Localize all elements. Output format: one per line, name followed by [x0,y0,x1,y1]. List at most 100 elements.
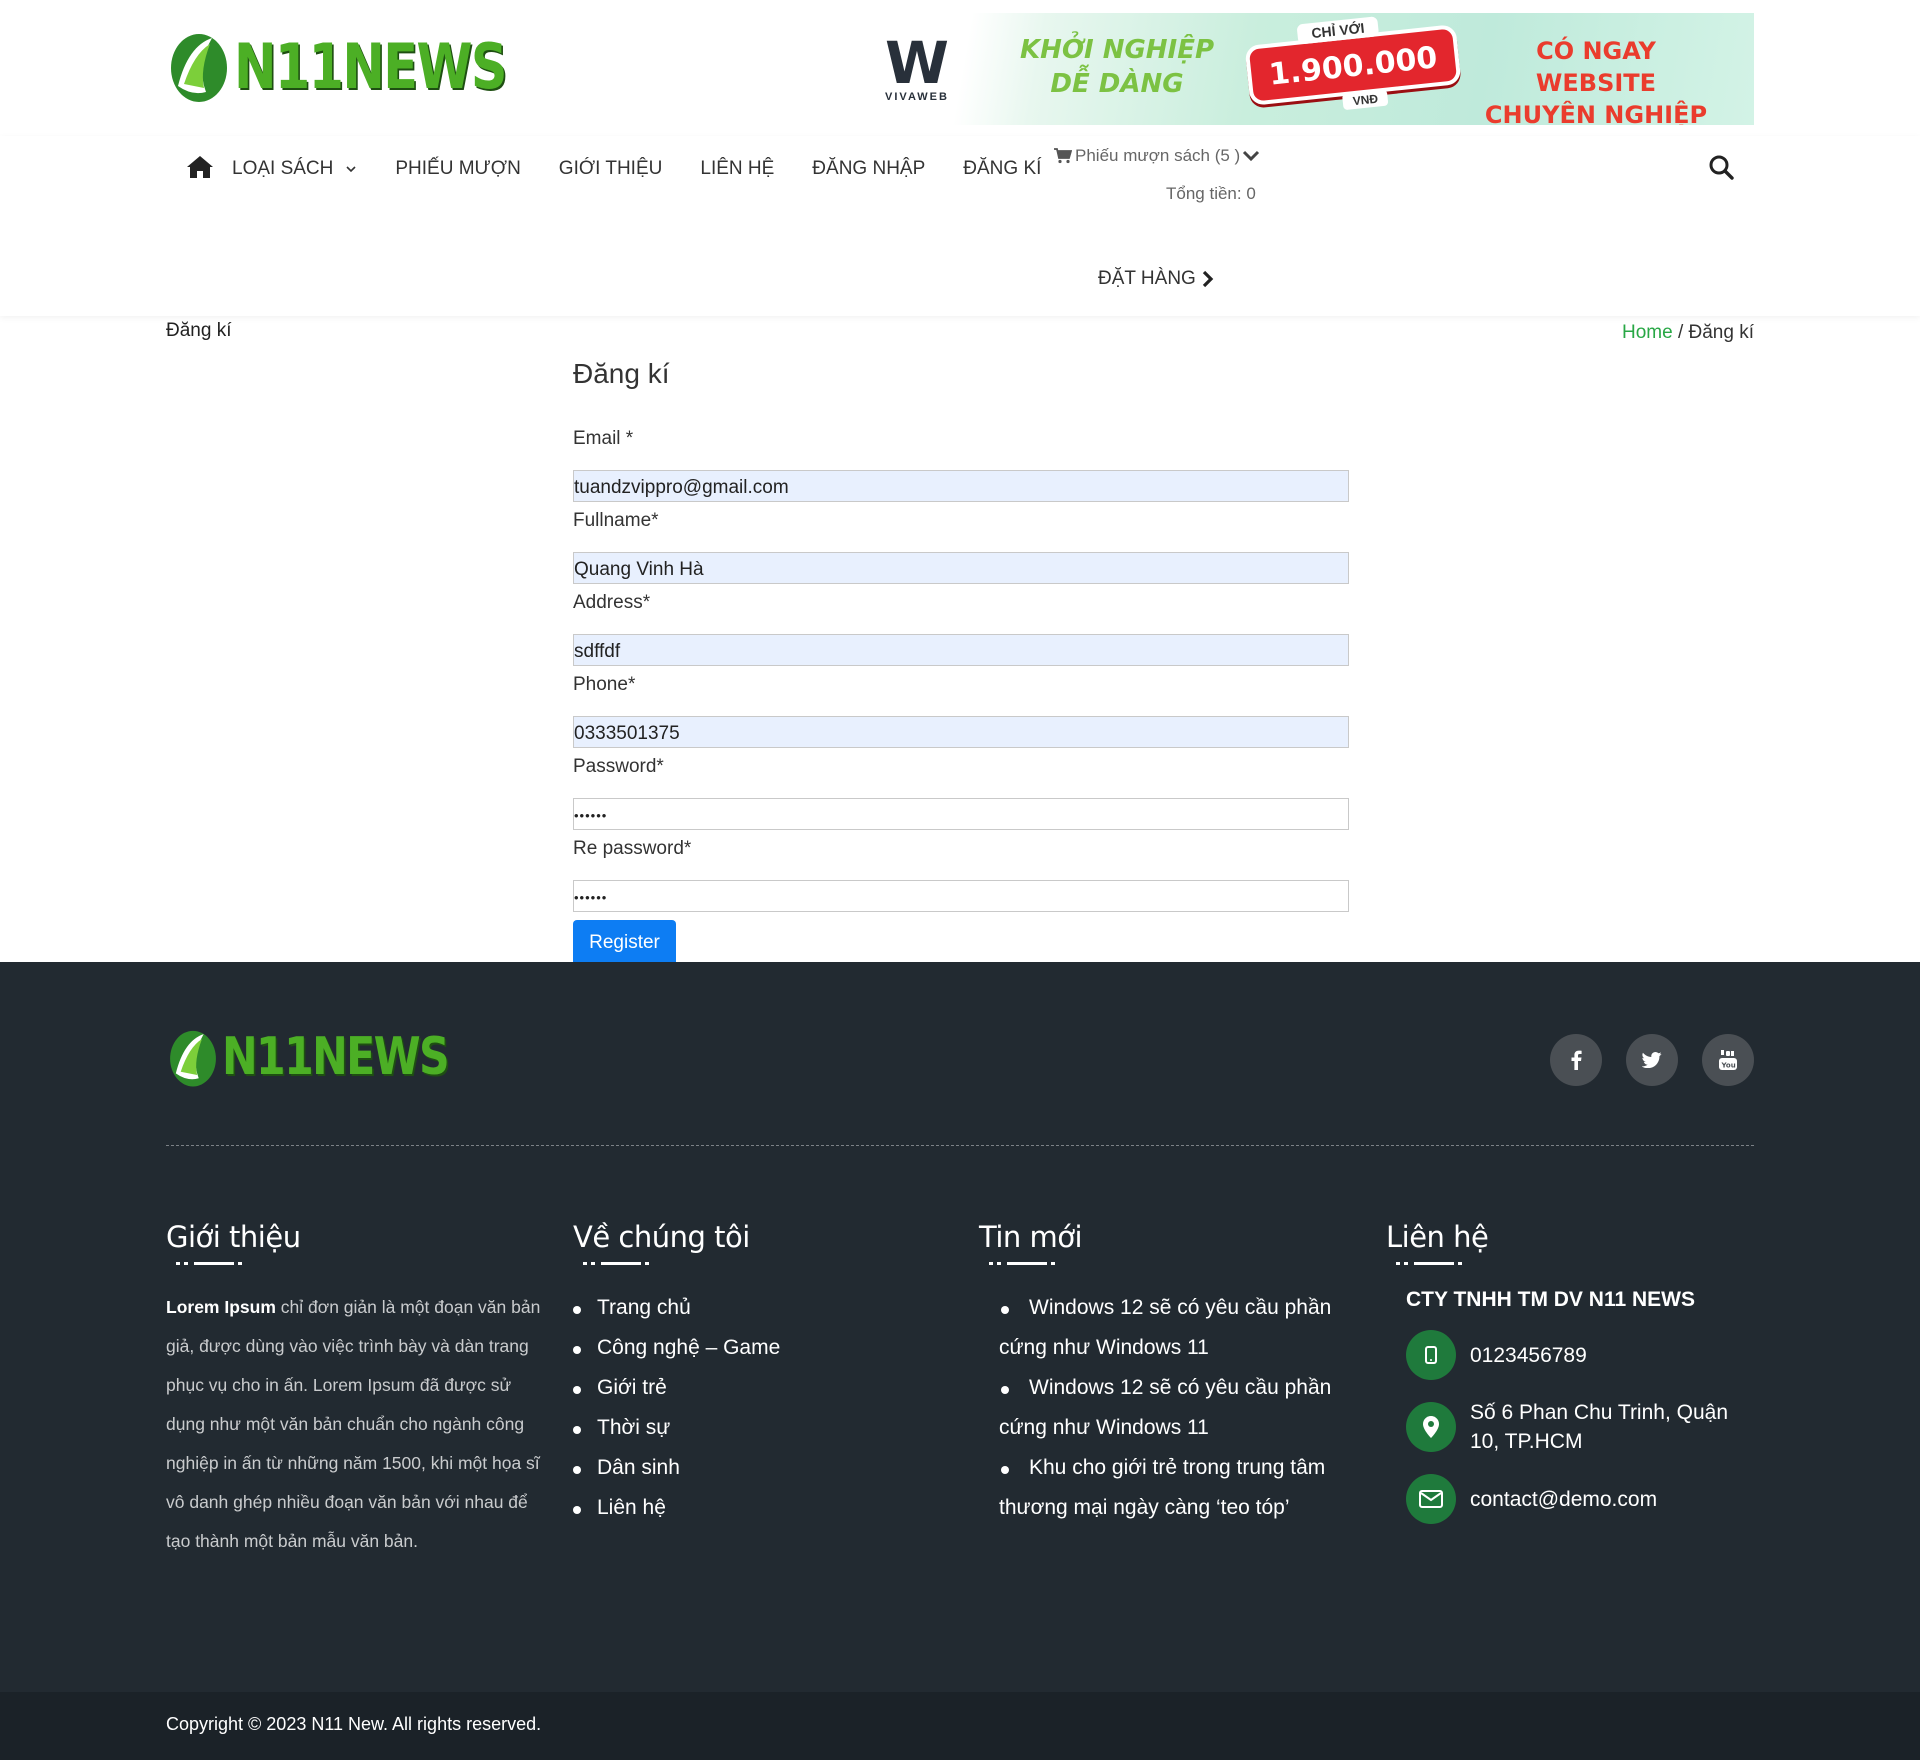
contact-email-text[interactable]: contact@demo.com [1470,1485,1657,1514]
logo-swoosh-icon [166,1024,220,1090]
about-bold: Lorem Ipsum [166,1297,276,1317]
footer-link-list: Trang chủ Công nghệ – Game Giới trẻ Thời… [573,1288,953,1528]
main-nav: LOẠI SÁCH PHIẾU MƯỢN GIỚI THIỆU LIÊN HỆ … [0,136,1920,316]
social-links: You [1526,1034,1754,1086]
phone-field[interactable] [573,716,1349,748]
contact-phone: 0123456789 [1386,1330,1754,1380]
price-badge: CHỈ VỚI 1.900.000 VNĐ [1244,16,1462,111]
youtube-icon[interactable]: You [1702,1034,1754,1086]
site-logo[interactable]: N11NEWS [166,26,565,106]
footer-link-youth[interactable]: Giới trẻ [573,1368,953,1408]
cart-dropdown[interactable]: Phiếu mượn sách (5 ) [1054,146,1260,166]
nav-item-dang-nhap[interactable]: ĐĂNG NHẬP [812,158,925,180]
breadcrumb-separator: / [1672,322,1689,343]
repassword-field[interactable] [573,880,1349,912]
vivaweb-name: VIVAWEB [885,91,949,103]
register-button[interactable]: Register [573,920,676,966]
logo-swoosh-icon [166,26,232,106]
banner-cta-line-2: CHUYÊN NGHIỆP [1484,101,1708,125]
copyright-text: Copyright © 2023 N11 New. All rights res… [166,1714,542,1734]
page-title: Đăng kí [166,320,232,341]
nav-item-loai-sach[interactable]: LOẠI SÁCH [232,158,357,180]
footer-about-heading: Giới thiệu [166,1220,301,1254]
company-name: CTY TNHH TM DV N11 NEWS [1406,1288,1695,1311]
footer-link-news[interactable]: Thời sự [573,1408,953,1448]
chevron-down-icon [346,166,356,173]
facebook-icon[interactable] [1550,1034,1602,1086]
breadcrumb-home-link[interactable]: Home [1622,322,1673,343]
nav-item-phieu-muon[interactable]: PHIẾU MƯỢN [395,158,520,180]
form-title: Đăng kí [573,358,670,389]
nav-item-dang-ki[interactable]: ĐĂNG KÍ [963,158,1041,180]
banner-cta: CÓ NGAY WEBSITE CHUYÊN NGHIỆP [1476,35,1716,125]
footer-about: Giới thiệu Lorem Ipsum chỉ đơn giản là m… [166,1220,546,1561]
news-item[interactable]: Windows 12 sẽ có yêu cầu phần cứng như W… [999,1368,1351,1448]
banner-headline-line-2: DỄ DÀNG [1050,69,1184,99]
footer-link-tech-game[interactable]: Công nghệ – Game [573,1328,953,1368]
footer-news: Tin mới Windows 12 sẽ có yêu cầu phần cứ… [979,1220,1351,1528]
footer-news-heading: Tin mới [979,1220,1083,1254]
cart-icon [1054,148,1072,164]
password-label: Password* [573,756,664,777]
price-prefix: CHỈ VỚI [1296,16,1380,45]
phone-label: Phone* [573,674,636,695]
banner-headline: KHỞI NGHIỆP DỄ DÀNG [1007,33,1227,101]
news-item[interactable]: Windows 12 sẽ có yêu cầu phần cứng như W… [999,1288,1351,1368]
order-label: ĐẶT HÀNG [1098,268,1196,289]
news-item[interactable]: Khu cho giới trẻ trong trung tâm thương … [999,1448,1351,1528]
chevron-right-icon [1202,270,1214,288]
email-label: Email * [573,428,634,449]
footer-news-list: Windows 12 sẽ có yêu cầu phần cứng như W… [979,1288,1351,1528]
top-header: N11NEWS W VIVAWEB KHỞI NGHIỆP DỄ DÀNG CH… [0,0,1920,136]
footer-logo[interactable]: N11NEWS [166,1024,498,1090]
footer-logo-text: N11NEWS [222,1027,450,1087]
register-form: Đăng kí Email * Fullname* Address* Phone… [573,358,1349,966]
price-value: 1.900.000 [1267,40,1439,93]
password-field[interactable] [573,798,1349,830]
heading-underline [166,1262,242,1266]
cart-total: Tổng tiền: 0 [1166,184,1256,203]
breadcrumb-current: Đăng kí [1688,322,1754,343]
footer: N11NEWS You Giới thiệu Lorem Ipsum chỉ đ… [0,962,1920,1692]
twitter-icon[interactable] [1626,1034,1678,1086]
map-marker-icon [1406,1402,1456,1452]
order-button[interactable]: ĐẶT HÀNG [1098,268,1214,290]
address-label: Address* [573,592,651,613]
footer-link-society[interactable]: Dân sinh [573,1448,953,1488]
fullname-label: Fullname* [573,510,659,531]
envelope-icon [1406,1474,1456,1524]
search-icon[interactable] [1708,154,1734,180]
heading-underline [573,1262,649,1266]
nav-menu: LOẠI SÁCH PHIẾU MƯỢN GIỚI THIỆU LIÊN HỆ … [232,158,1079,180]
breadcrumb-bar: Đăng kí Home / Đăng kí [166,316,1754,356]
contact-address: Số 6 Phan Chu Trinh, Quận 10, TP.HCM [1386,1398,1754,1456]
breadcrumb: Home / Đăng kí [1622,322,1754,344]
footer-contact: Liên hệ CTY TNHH TM DV N11 NEWS 01234567… [1386,1220,1754,1524]
svg-text:You: You [1721,1062,1736,1070]
footer-link-contact[interactable]: Liên hệ [573,1488,953,1528]
chevron-down-icon [1243,150,1260,162]
price-unit: VNĐ [1342,89,1389,111]
logo-text: N11NEWS [234,29,507,103]
email-field[interactable] [573,470,1349,502]
contact-email: contact@demo.com [1386,1474,1754,1524]
heading-underline [1386,1262,1462,1266]
cart-label: Phiếu mượn sách (5 ) [1075,146,1241,165]
footer-about-us-heading: Về chúng tôi [573,1220,750,1254]
footer-contact-heading: Liên hệ [1386,1220,1489,1254]
nav-item-gioi-thieu[interactable]: GIỚI THIỆU [559,158,663,180]
ad-banner[interactable]: W VIVAWEB KHỞI NGHIỆP DỄ DÀNG CHỈ VỚI 1.… [842,13,1754,125]
banner-cta-line-1: CÓ NGAY WEBSITE [1535,37,1657,97]
fullname-field[interactable] [573,552,1349,584]
vivaweb-logo: W VIVAWEB [872,34,962,103]
home-icon[interactable] [186,153,214,181]
heading-underline [979,1262,1055,1266]
address-field[interactable] [573,634,1349,666]
repassword-label: Re password* [573,838,692,859]
footer-divider [166,1145,1754,1146]
footer-about-text: Lorem Ipsum chỉ đơn giản là một đoạn văn… [166,1288,546,1561]
nav-item-lien-he[interactable]: LIÊN HỆ [700,158,774,180]
contact-phone-text[interactable]: 0123456789 [1470,1341,1587,1370]
mobile-phone-icon [1406,1330,1456,1380]
footer-link-home[interactable]: Trang chủ [573,1288,953,1328]
